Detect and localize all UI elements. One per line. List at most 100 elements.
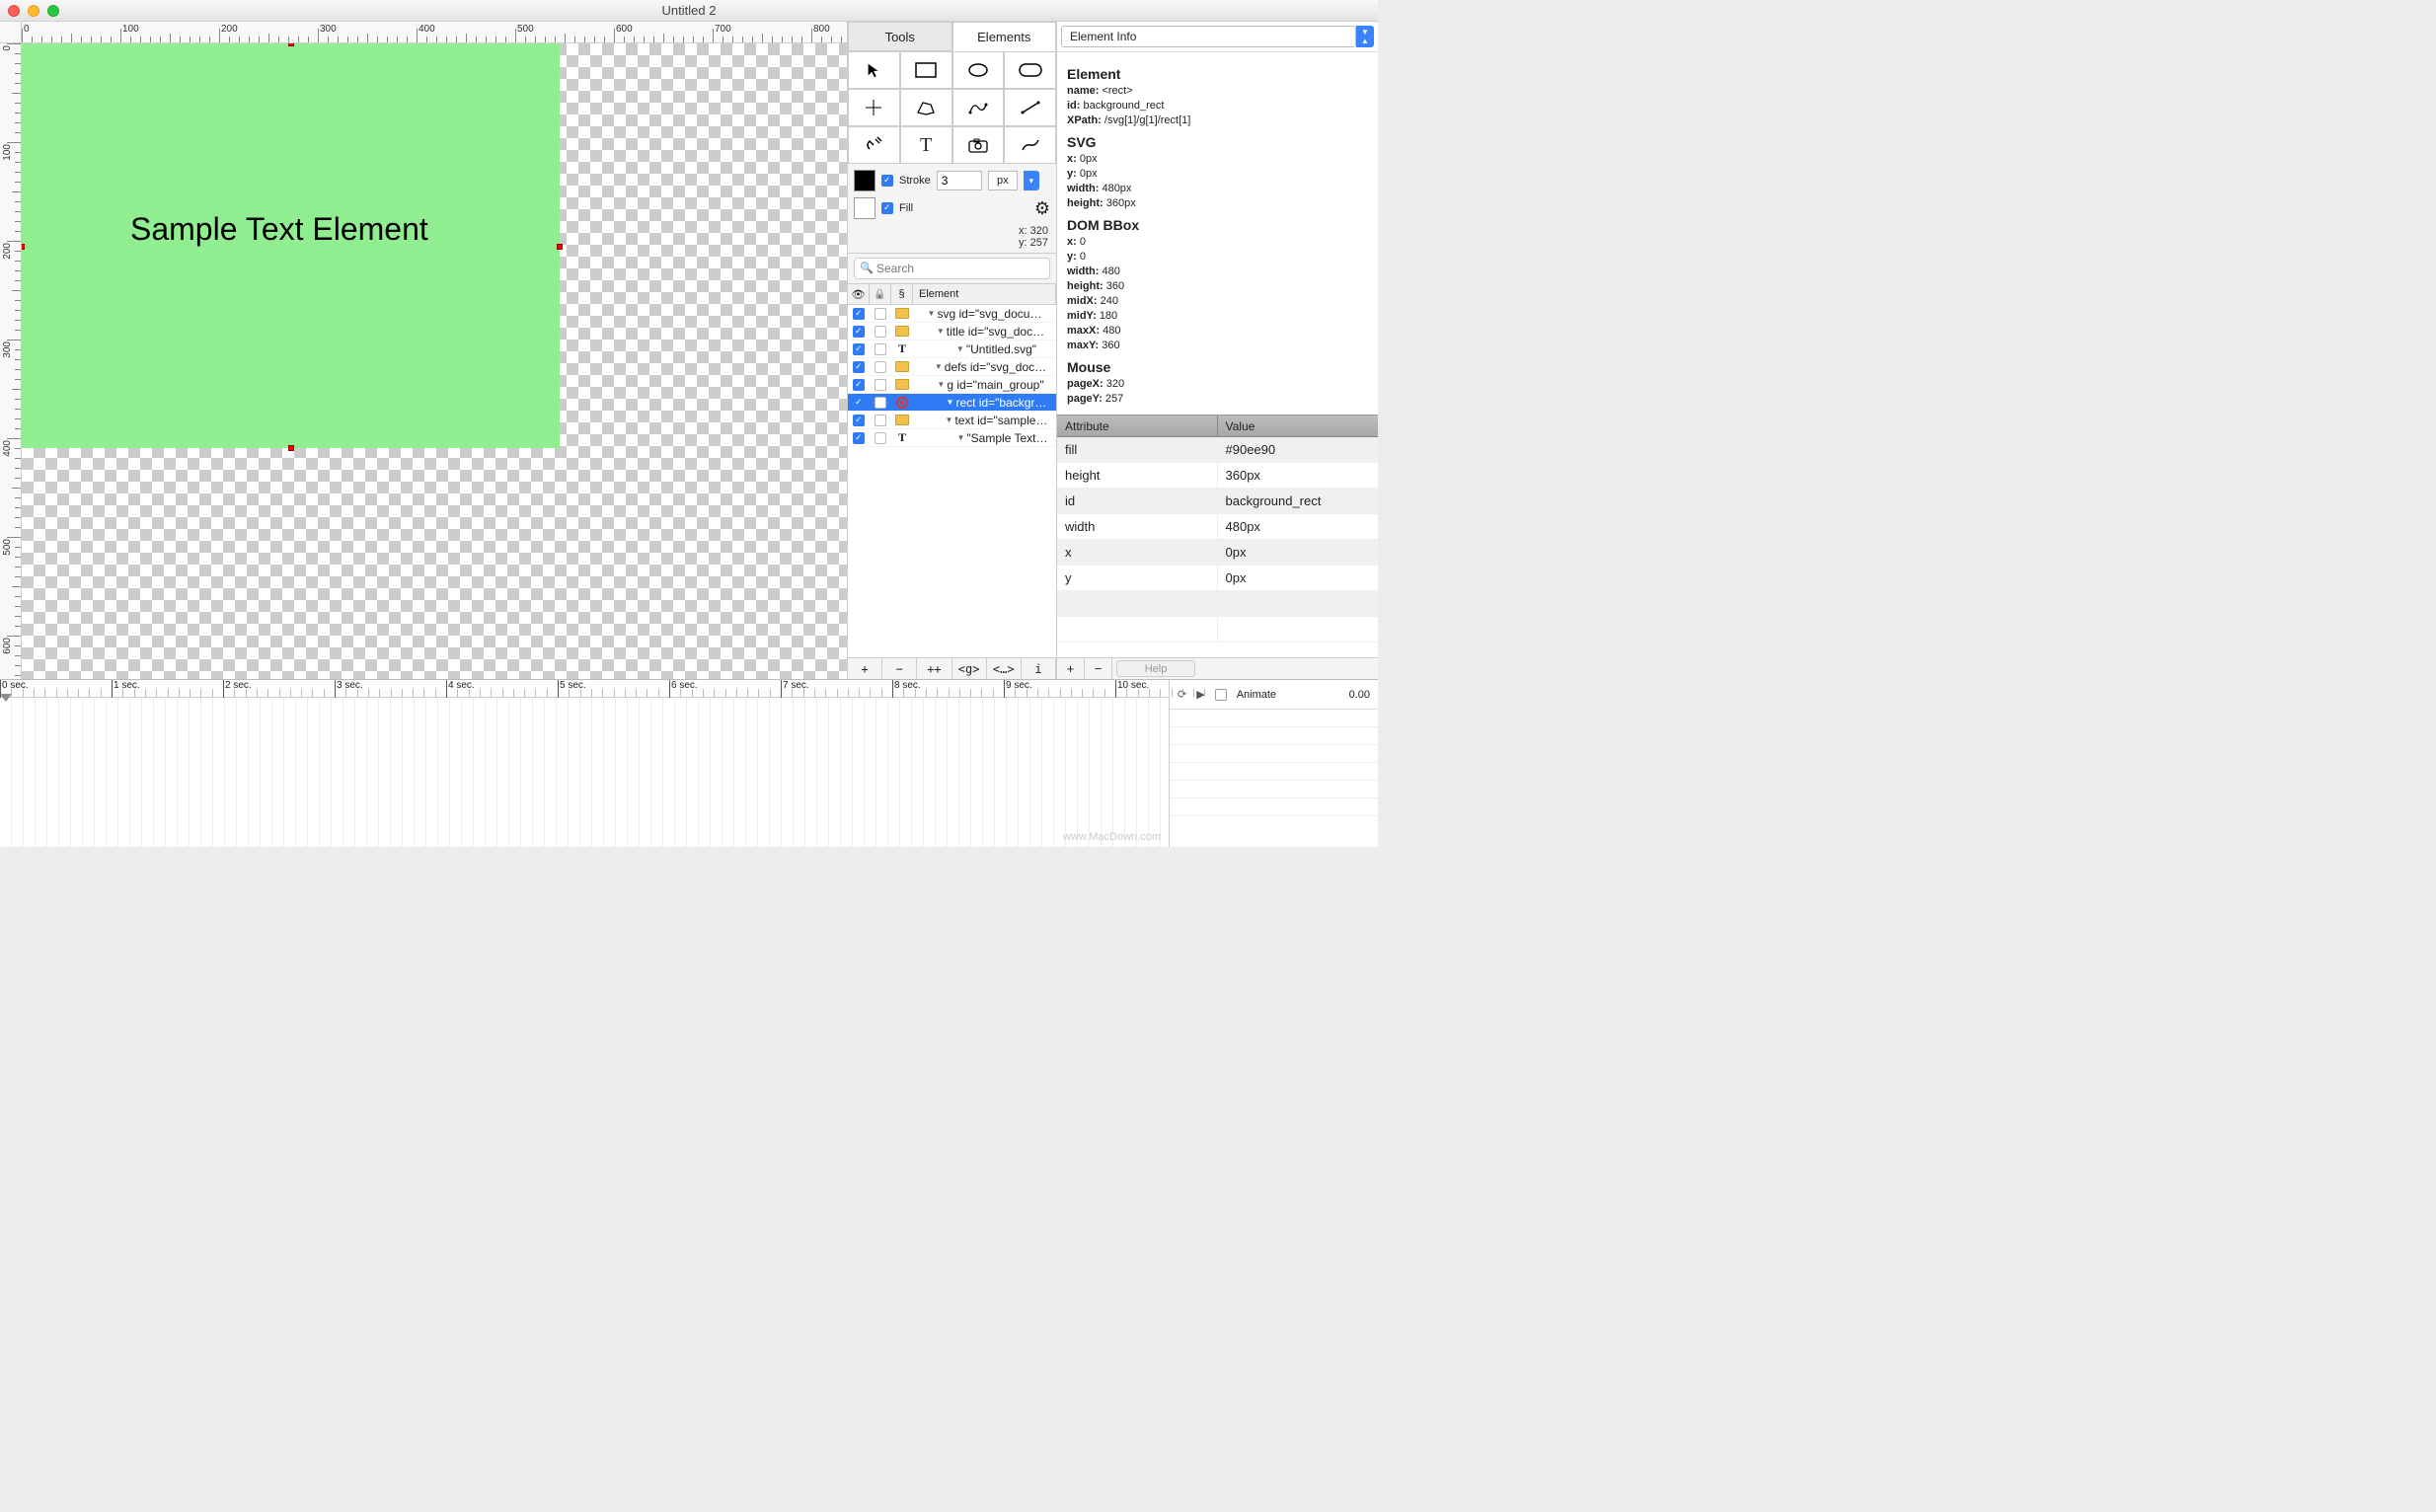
- svg-y-label: y:: [1067, 168, 1077, 180]
- maxx-value: 480: [1103, 325, 1120, 337]
- lock-checkbox[interactable]: [875, 415, 886, 426]
- fill-enabled-checkbox[interactable]: [881, 202, 893, 214]
- visibility-checkbox[interactable]: [853, 361, 865, 373]
- search-input[interactable]: [854, 258, 1050, 279]
- text-icon: T: [898, 341, 906, 356]
- help-button[interactable]: Help: [1116, 660, 1195, 677]
- canvas-text-element[interactable]: Sample Text Element: [130, 211, 428, 248]
- xpath-value: /svg[1]/g[1]/rect[1]: [1104, 114, 1190, 126]
- bb-h-label: height:: [1067, 280, 1104, 292]
- visibility-checkbox[interactable]: [853, 397, 865, 409]
- tool-ellipse-button[interactable]: [952, 51, 1005, 89]
- timeline-row[interactable]: [1170, 710, 1378, 727]
- tab-elements[interactable]: Elements: [952, 22, 1057, 51]
- timeline-ruler[interactable]: 0 sec.1 sec.2 sec.3 sec.4 sec.5 sec.6 se…: [0, 680, 1169, 698]
- visibility-checkbox[interactable]: [853, 326, 865, 338]
- timeline-row[interactable]: [1170, 798, 1378, 816]
- tool-camera-button[interactable]: [952, 126, 1005, 164]
- timeline-row[interactable]: [1170, 727, 1378, 745]
- tree-footer-button[interactable]: i: [1022, 658, 1056, 679]
- tool-rounded-button[interactable]: [1004, 51, 1056, 89]
- stroke-color-swatch[interactable]: [854, 170, 875, 191]
- tree-row[interactable]: T▼"Untitled.svg": [848, 340, 1056, 358]
- tool-plug-button[interactable]: [848, 126, 900, 164]
- attr-name: width: [1057, 514, 1218, 539]
- lock-checkbox[interactable]: [875, 343, 886, 355]
- lock-checkbox[interactable]: [875, 326, 886, 338]
- lock-checkbox[interactable]: [875, 397, 886, 409]
- timeline-tick-label: 10 sec.: [1117, 680, 1149, 691]
- stroke-unit-select[interactable]: px: [988, 171, 1018, 190]
- selection-handle[interactable]: [557, 244, 563, 250]
- tree-footer-button[interactable]: +: [848, 658, 882, 679]
- lock-checkbox[interactable]: [875, 432, 886, 444]
- fill-color-swatch[interactable]: [854, 197, 875, 219]
- search-icon: 🔍: [860, 262, 874, 274]
- pagex-value: 320: [1106, 378, 1124, 390]
- tab-tools[interactable]: Tools: [848, 22, 952, 51]
- tool-polyline-button[interactable]: [900, 89, 952, 126]
- timeline-row[interactable]: [1170, 745, 1378, 763]
- timeline-playhead[interactable]: [0, 694, 12, 702]
- lock-checkbox[interactable]: [875, 379, 886, 391]
- tree-row[interactable]: ▼g id="main_group": [848, 376, 1056, 394]
- attribute-row[interactable]: idbackground_rect: [1057, 489, 1378, 514]
- attribute-row[interactable]: x0px: [1057, 540, 1378, 566]
- id-value: background_rect: [1084, 100, 1165, 112]
- visibility-checkbox[interactable]: [853, 432, 865, 444]
- tool-line-button[interactable]: [1004, 89, 1056, 126]
- canvas-viewport[interactable]: Sample Text Element: [22, 43, 847, 679]
- visibility-checkbox[interactable]: [853, 343, 865, 355]
- tool-rect-button[interactable]: [900, 51, 952, 89]
- tree-row[interactable]: ▼rect id="backgr…: [848, 394, 1056, 412]
- lock-checkbox[interactable]: [875, 308, 886, 320]
- timeline-row[interactable]: [1170, 781, 1378, 798]
- tree-item-label: "Sample Text…: [966, 431, 1047, 445]
- attr-add-button[interactable]: +: [1057, 658, 1085, 679]
- timeline-body[interactable]: [0, 698, 1169, 847]
- visibility-checkbox[interactable]: [853, 308, 865, 320]
- tree-row[interactable]: ▼title id="svg_doc…: [848, 323, 1056, 340]
- animate-checkbox[interactable]: [1215, 689, 1227, 701]
- gear-icon[interactable]: ⚙: [1034, 198, 1050, 219]
- lock-checkbox[interactable]: [875, 361, 886, 373]
- tree-footer-button[interactable]: <g>: [952, 658, 987, 679]
- name-value: <rect>: [1102, 85, 1132, 97]
- attribute-row[interactable]: fill#90ee90: [1057, 437, 1378, 463]
- tool-curve-button[interactable]: [1004, 126, 1056, 164]
- tree-row[interactable]: ▼svg id="svg_docu…: [848, 305, 1056, 323]
- stroke-enabled-checkbox[interactable]: [881, 175, 893, 187]
- tree-row[interactable]: T▼"Sample Text…: [848, 429, 1056, 447]
- bb-w-value: 480: [1102, 265, 1119, 277]
- tree-footer-button[interactable]: −: [882, 658, 917, 679]
- window-title: Untitled 2: [0, 3, 1378, 18]
- attribute-row[interactable]: y0px: [1057, 566, 1378, 591]
- selection-handle[interactable]: [288, 445, 294, 451]
- midx-label: midX:: [1067, 295, 1098, 307]
- tool-crosshair-button[interactable]: [848, 89, 900, 126]
- info-mode-select[interactable]: Element Info: [1061, 26, 1356, 47]
- stroke-unit-arrow-icon[interactable]: ▾: [1024, 171, 1039, 190]
- tree-row[interactable]: ▼text id="sample…: [848, 412, 1056, 429]
- visibility-checkbox[interactable]: [853, 415, 865, 426]
- tree-footer-button[interactable]: <…>: [987, 658, 1022, 679]
- attribute-row[interactable]: height360px: [1057, 463, 1378, 489]
- timeline-row[interactable]: [1170, 763, 1378, 781]
- pagex-label: pageX:: [1067, 378, 1104, 390]
- tool-path-button[interactable]: [952, 89, 1005, 126]
- tree-item-label: rect id="backgr…: [955, 396, 1046, 410]
- chevron-down-icon[interactable]: ▼▲: [1356, 26, 1374, 47]
- tool-text-button[interactable]: T: [900, 126, 952, 164]
- attribute-row[interactable]: width480px: [1057, 514, 1378, 540]
- attr-value: 360px: [1218, 463, 1379, 488]
- tree-footer-button[interactable]: ++: [917, 658, 952, 679]
- tree-footer: +−++<g><…>i: [848, 657, 1056, 679]
- tool-arrow-button[interactable]: [848, 51, 900, 89]
- stroke-width-input[interactable]: [937, 171, 982, 190]
- value-col-header: Value: [1218, 416, 1379, 436]
- element-header: Element: [913, 284, 1056, 304]
- visibility-checkbox[interactable]: [853, 379, 865, 391]
- tree-row[interactable]: ▼defs id="svg_doc…: [848, 358, 1056, 376]
- timeline-tick-label: 1 sec.: [114, 680, 140, 691]
- attr-remove-button[interactable]: −: [1085, 658, 1112, 679]
